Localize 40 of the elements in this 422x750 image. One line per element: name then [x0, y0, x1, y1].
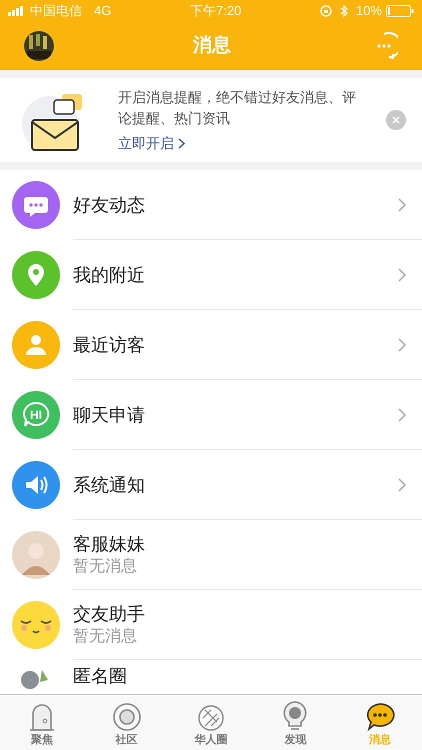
carrier-text: 中国电信: [30, 2, 82, 20]
row-subtitle: 暂无消息: [73, 626, 138, 646]
enable-link[interactable]: 立即开启: [118, 132, 185, 154]
close-icon: [392, 116, 400, 124]
row-title: 交友助手: [73, 602, 146, 626]
row-title: 匿名圈: [73, 665, 128, 688]
row-title: 我的附近: [73, 264, 146, 286]
chevron-right-icon: [178, 138, 185, 148]
tab[interactable]: 华人圈: [168, 695, 254, 750]
tab[interactable]: 社区: [84, 695, 169, 750]
signal-icon: [8, 6, 26, 16]
chevron-right-icon: [398, 408, 406, 422]
row-subtitle: 暂无消息: [73, 556, 138, 576]
ring-icon: [110, 702, 143, 732]
row-title: 聊天申请: [73, 404, 146, 426]
page-title: 消息: [193, 34, 231, 56]
aperture-icon: [197, 704, 226, 732]
row-title: 好友动态: [73, 194, 146, 216]
hi-label: HI: [29, 407, 43, 424]
network-text: 4G: [94, 2, 112, 20]
close-button[interactable]: [386, 110, 406, 130]
chevron-right-icon: [398, 268, 406, 282]
chevron-right-icon: [398, 478, 406, 492]
tab[interactable]: 发现: [253, 695, 338, 750]
lightbulb-icon: [282, 700, 308, 732]
sleepy-face-icon: [12, 601, 60, 649]
row-title: 客服妹妹: [73, 532, 146, 556]
row-title: 最近访客: [73, 334, 146, 356]
bluetooth-icon: [340, 5, 348, 17]
row-title: 系统通知: [73, 474, 146, 496]
banner-message: 开启消息提醒，绝不错过好友消息、评论提醒、热门资讯: [118, 88, 357, 128]
battery-icon: [386, 5, 414, 17]
lock-rotation-icon: [320, 5, 332, 17]
chevron-right-icon: [398, 338, 406, 352]
tab[interactable]: 聚焦: [0, 695, 84, 750]
clock-text: 下午7:20: [190, 2, 242, 20]
chevron-right-icon: [398, 198, 406, 212]
dome-icon: [28, 702, 56, 732]
avatar-icon: [12, 531, 60, 579]
battery-text: 10%: [356, 2, 382, 20]
